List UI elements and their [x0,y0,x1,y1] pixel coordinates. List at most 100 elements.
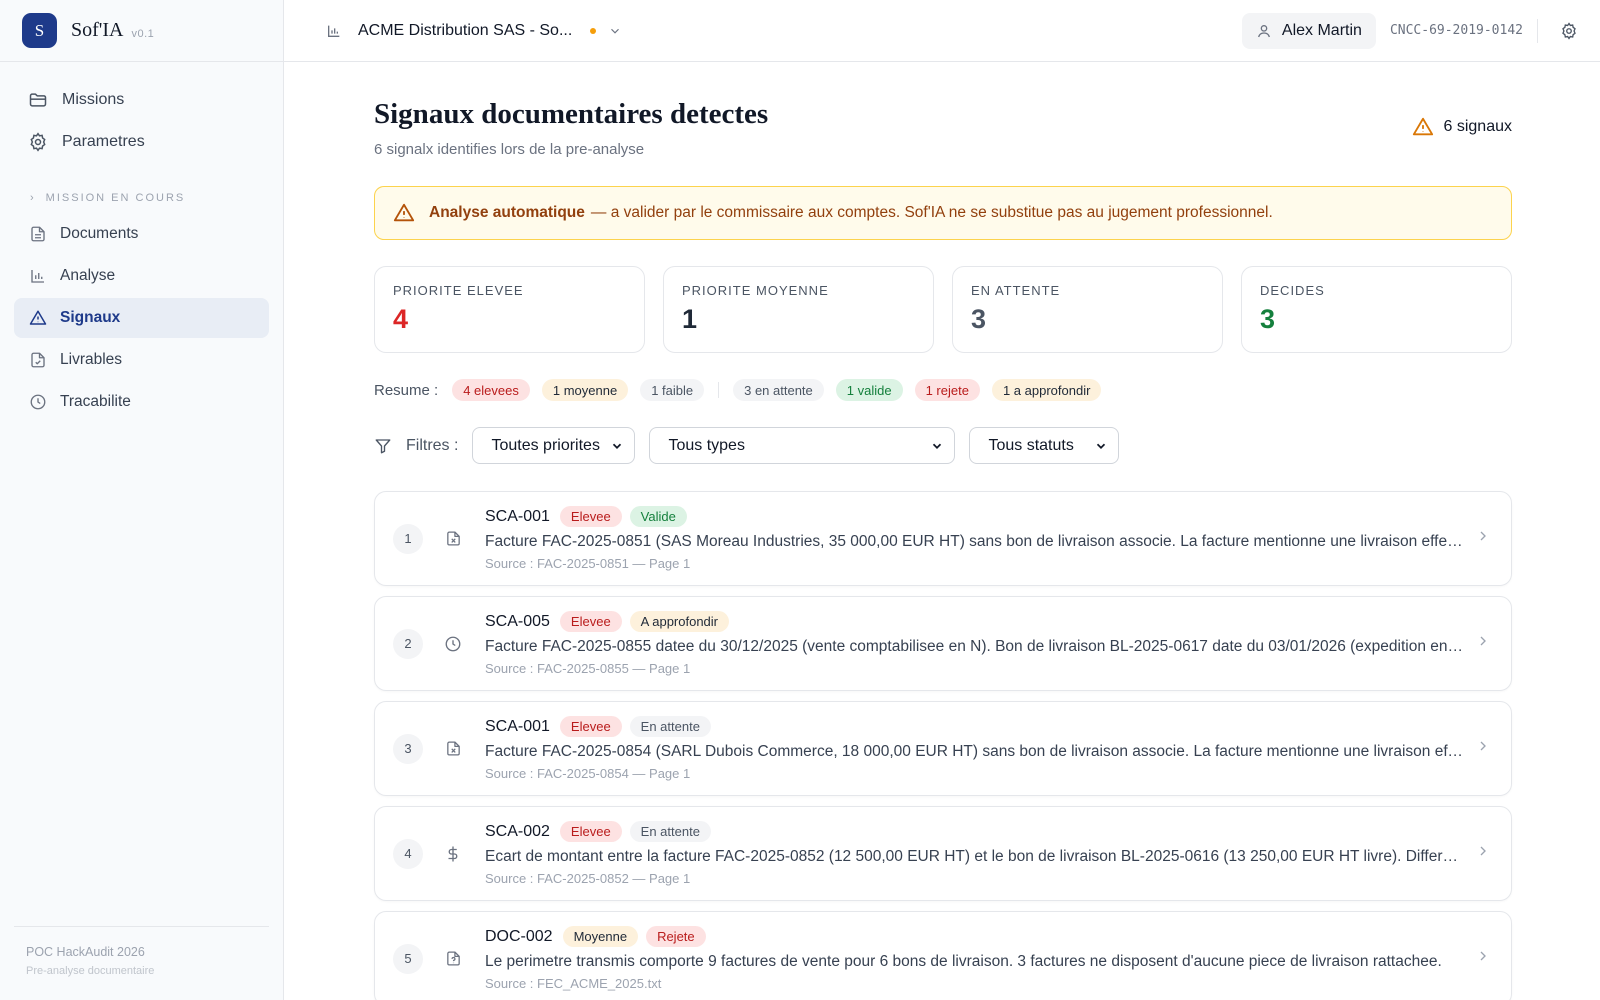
sidebar-item-livrables[interactable]: Livrables [14,340,269,380]
priority-badge: Elevee [559,716,622,737]
signal-number: 1 [393,523,423,554]
client-selector[interactable]: ACME Distribution SAS - So... [358,22,572,40]
signal-card[interactable]: 4 SCA-002 Elevee En attente Ecart de mon… [374,806,1512,901]
user-menu[interactable]: Alex Martin [1241,12,1376,49]
page-subtitle: 6 signalx identifies lors de la pre-anal… [374,141,645,158]
status-badge: En attente [629,821,711,842]
status-badge: Rejete [646,926,706,947]
signal-source: Source : FAC-2025-0852 — Page 1 [485,871,691,886]
signal-body: DOC-002 Moyenne Rejete Le perimetre tran… [485,926,1465,991]
signal-body: SCA-001 Elevee En attente Facture FAC-20… [485,716,1465,781]
document-icon [28,224,48,244]
summary-pill-moyenne: 1 moyenne [541,379,629,401]
signal-card[interactable]: 5 DOC-002 Moyenne Rejete Le perimetre tr… [374,911,1512,1000]
status-filter-select[interactable]: Tous statuts [969,427,1120,464]
chevron-right-icon: › [30,192,36,204]
footer-project-name: POC HackAudit 2026 [26,945,145,959]
signal-number: 5 [393,943,423,974]
signal-description: Facture FAC-2025-0851 (SAS Moreau Indust… [485,533,1465,550]
priority-badge: Elevee [559,821,622,842]
stat-label: PRIORITE MOYENNE [682,283,829,298]
brand-name: Sof'IA [71,19,124,41]
signal-header: SCA-002 Elevee En attente [485,821,1465,842]
chevron-down-icon[interactable] [608,24,622,38]
gear-icon[interactable] [1560,21,1578,40]
stat-card-priorite-moyenne: PRIORITE MOYENNE 1 [663,266,934,353]
brand[interactable]: S Sof'IA v0.1 [0,0,283,62]
gear-icon [28,132,48,152]
chevron-down-icon [1094,439,1108,453]
summary-pill-valide: 1 valide [835,379,903,401]
user-name: Alex Martin [1281,21,1362,39]
sidebar-nav: Missions Parametres › MISSION EN COURS D… [0,62,283,424]
alert-text: — a valider par le commissaire aux compt… [590,204,1273,221]
signal-header: SCA-001 Elevee Valide [485,506,1465,527]
summary-row: Resume : 4 elevees 1 moyenne 1 faible 3 … [374,379,1512,401]
summary-pill-en-attente: 3 en attente [733,379,824,401]
section-label-mission[interactable]: › MISSION EN COURS [14,192,269,204]
summary-pill-rejete: 1 rejete [914,379,980,401]
stat-label: PRIORITE ELEVEE [393,283,524,298]
stat-label: EN ATTENTE [971,283,1061,298]
warning-icon [393,202,415,224]
summary-divider [718,382,720,398]
type-filter-select[interactable]: Tous types [649,427,956,464]
content: Signaux documentaires detectes 6 signalx… [374,62,1512,1000]
summary-pill-faible: 1 faible [640,379,705,401]
sidebar-item-documents[interactable]: Documents [14,214,269,254]
signal-code: SCA-005 [485,612,550,630]
signal-body: SCA-005 Elevee A approfondir Facture FAC… [485,611,1465,676]
status-badge: En attente [629,716,711,737]
priority-filter-select[interactable]: Toutes priorites [472,427,636,464]
sidebar-footer: POC HackAudit 2026 Pre-analyse documenta… [14,926,269,1000]
signal-body: SCA-001 Elevee Valide Facture FAC-2025-0… [485,506,1465,571]
page-title: Signaux documentaires detectes [374,98,769,130]
signals-list: 1 SCA-001 Elevee Valide Facture FAC-2025… [374,491,1512,1000]
brand-version: v0.1 [131,27,155,40]
status-dot [590,27,597,34]
sidebar-item-parametres[interactable]: Parametres [14,122,269,162]
signal-code: SCA-001 [485,717,550,735]
filter-icon [374,437,392,455]
stat-label: DECIDES [1260,283,1325,298]
summary-label: Resume : [374,381,439,399]
clock-icon [28,392,48,412]
sidebar-item-missions[interactable]: Missions [14,80,269,120]
sidebar-item-label: Signaux [60,309,121,326]
stat-value: 3 [971,304,987,334]
chevron-right-icon [1475,948,1491,964]
signal-card[interactable]: 3 SCA-001 Elevee En attente Facture FAC-… [374,701,1512,796]
sidebar-item-analyse[interactable]: Analyse [14,256,269,296]
chevron-down-icon [610,439,624,453]
sidebar: S Sof'IA v0.1 Missions Parametres › MISS… [0,0,284,1000]
signal-description: Le perimetre transmis comporte 9 facture… [485,953,1442,970]
signal-card[interactable]: 2 SCA-005 Elevee A approfondir Facture F… [374,596,1512,691]
sidebar-item-label: Analyse [60,267,116,284]
sidebar-item-label: Livrables [60,351,123,368]
topbar-right: Alex Martin CNCC-69-2019-0142 [1241,12,1578,49]
signal-description: Facture FAC-2025-0855 datee du 30/12/202… [485,638,1465,655]
file-question-icon [443,950,463,967]
main-area: ACME Distribution SAS - So... Alex Marti… [284,0,1600,1000]
chevron-right-icon [1475,633,1491,649]
stat-card-en-attente: EN ATTENTE 3 [952,266,1223,353]
sidebar-item-label: Tracabilite [60,393,131,410]
sidebar-item-label: Documents [60,225,139,242]
signal-source: Source : FAC-2025-0851 — Page 1 [485,556,691,571]
signal-source: Source : FAC-2025-0855 — Page 1 [485,661,691,676]
sidebar-item-label: Parametres [62,133,145,150]
signal-count: 6 signaux [1412,116,1512,138]
sidebar-item-signaux[interactable]: Signaux [14,298,269,338]
file-check-icon [28,350,48,370]
file-x-icon [443,740,463,757]
brand-logo: S [22,13,57,48]
dollar-icon [443,845,463,863]
sidebar-item-tracabilite[interactable]: Tracabilite [14,382,269,422]
cncc-id: CNCC-69-2019-0142 [1390,18,1538,43]
signal-number: 4 [393,838,423,869]
topbar: ACME Distribution SAS - So... Alex Marti… [284,0,1600,62]
signal-card[interactable]: 1 SCA-001 Elevee Valide Facture FAC-2025… [374,491,1512,586]
signal-code: SCA-001 [485,507,550,525]
status-badge: A approfondir [629,611,730,632]
stat-card-decides: DECIDES 3 [1241,266,1512,353]
